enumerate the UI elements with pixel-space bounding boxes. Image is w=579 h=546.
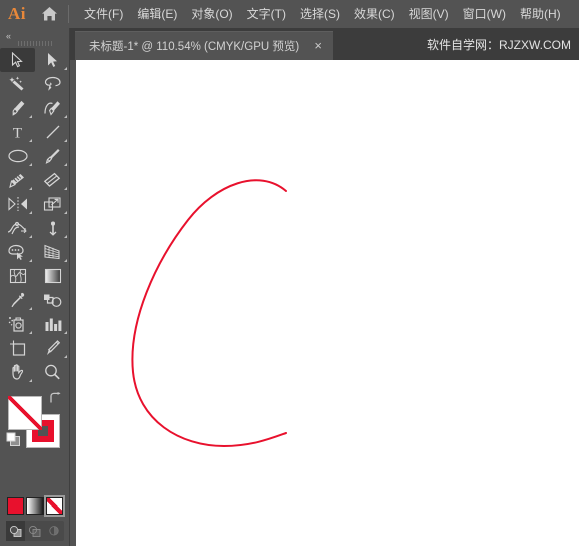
free-transform-tool[interactable]	[35, 216, 70, 240]
tool-flyout-indicator	[29, 307, 32, 310]
draw-behind-mode[interactable]	[25, 521, 44, 541]
swap-fill-stroke-icon[interactable]	[48, 392, 62, 410]
illustrator-window: Ai 文件(F) 编辑(E) 对象(O) 文字(T) 选择(S) 效果(C) 视…	[0, 0, 579, 546]
rotate-tool[interactable]	[0, 192, 35, 216]
tool-flyout-indicator	[64, 115, 67, 118]
home-icon[interactable]	[34, 0, 64, 28]
menu-separator	[68, 5, 69, 23]
column-graph-tool[interactable]	[35, 312, 70, 336]
artboard-canvas[interactable]	[76, 60, 579, 546]
scale-tool[interactable]	[35, 192, 70, 216]
selection-tool[interactable]	[0, 48, 35, 72]
blend-tool[interactable]	[35, 288, 70, 312]
menu-object[interactable]: 对象(O)	[184, 0, 239, 28]
perspective-grid-tool[interactable]	[35, 240, 70, 264]
svg-text:T: T	[13, 126, 22, 141]
tool-flyout-indicator	[64, 163, 67, 166]
tool-flyout-indicator	[64, 331, 67, 334]
tool-flyout-indicator	[29, 163, 32, 166]
gradient-tool[interactable]	[35, 264, 70, 288]
color-mode-swatches	[7, 494, 66, 518]
document-tab-label: 未标题-1* @ 110.54% (CMYK/GPU 预览)	[89, 41, 300, 53]
tool-flyout-indicator	[64, 139, 67, 142]
slice-tool[interactable]	[35, 336, 70, 360]
draw-inside-mode[interactable]	[45, 521, 64, 541]
line-segment-tool[interactable]	[35, 120, 70, 144]
ellipse-tool[interactable]	[0, 144, 35, 168]
tool-flyout-indicator	[29, 379, 32, 382]
tool-flyout-indicator	[29, 139, 32, 142]
open-path-curve[interactable]	[131, 179, 287, 448]
tool-flyout-indicator	[64, 67, 67, 70]
fill-stroke-controls	[0, 390, 70, 462]
default-fill-stroke-icon[interactable]	[6, 432, 21, 452]
artwork-layer	[131, 179, 287, 448]
tool-flyout-indicator	[29, 259, 32, 262]
pen-tool[interactable]	[0, 96, 35, 120]
panel-drag-handle[interactable]	[18, 41, 52, 46]
symbol-sprayer-tool[interactable]	[0, 312, 35, 336]
shape-builder-tool[interactable]	[0, 240, 35, 264]
paintbrush-tool[interactable]	[35, 144, 70, 168]
menu-window[interactable]: 窗口(W)	[456, 0, 513, 28]
none-swatch[interactable]	[43, 495, 66, 517]
draw-normal-mode[interactable]	[6, 521, 26, 541]
tool-grid: T	[0, 48, 70, 384]
gradient-swatch[interactable]	[26, 497, 44, 515]
tool-flyout-indicator	[64, 355, 67, 358]
menu-effect[interactable]: 效果(C)	[347, 0, 402, 28]
menu-bar: Ai 文件(F) 编辑(E) 对象(O) 文字(T) 选择(S) 效果(C) 视…	[0, 0, 579, 28]
tool-flyout-indicator	[29, 211, 32, 214]
tool-flyout-indicator	[29, 235, 32, 238]
artboard-tool[interactable]	[0, 336, 35, 360]
hand-tool[interactable]	[0, 360, 35, 384]
menu-edit[interactable]: 编辑(E)	[130, 0, 184, 28]
tools-panel: « T	[0, 28, 70, 546]
menu-select[interactable]: 选择(S)	[293, 0, 347, 28]
collapse-panel-icon[interactable]: «	[6, 31, 11, 41]
drawing-modes	[6, 521, 64, 541]
type-tool[interactable]: T	[0, 120, 35, 144]
eyedropper-tool[interactable]	[0, 288, 35, 312]
mesh-tool[interactable]	[0, 264, 35, 288]
eraser-tool[interactable]	[35, 168, 70, 192]
watermark-text: 软件自学网：RJZXW.COM	[427, 37, 571, 52]
direct-selection-tool[interactable]	[35, 48, 70, 72]
curvature-tool[interactable]	[35, 96, 70, 120]
magic-wand-tool[interactable]	[0, 72, 35, 96]
menu-file[interactable]: 文件(F)	[77, 0, 130, 28]
menu-help[interactable]: 帮助(H)	[513, 0, 568, 28]
tools-panel-header: «	[0, 28, 69, 48]
menu-type[interactable]: 文字(T)	[240, 0, 293, 28]
color-swatch[interactable]	[7, 497, 25, 515]
document-tab[interactable]: 未标题-1* @ 110.54% (CMYK/GPU 预览) ×	[75, 31, 334, 60]
tool-flyout-indicator	[64, 211, 67, 214]
zoom-tool[interactable]	[35, 360, 70, 384]
document-tab-bar: 未标题-1* @ 110.54% (CMYK/GPU 预览) × 软件自学网：R…	[70, 28, 579, 60]
none-slash-icon	[8, 396, 42, 430]
tool-flyout-indicator	[64, 187, 67, 190]
none-slash-icon	[46, 498, 62, 514]
tool-flyout-indicator	[64, 235, 67, 238]
lasso-tool[interactable]	[35, 72, 70, 96]
tool-flyout-indicator	[29, 115, 32, 118]
shaper-tool[interactable]	[0, 168, 35, 192]
app-logo: Ai	[8, 4, 26, 23]
tool-flyout-indicator	[64, 259, 67, 262]
menu-view[interactable]: 视图(V)	[402, 0, 456, 28]
tool-flyout-indicator	[29, 331, 32, 334]
width-tool[interactable]	[0, 216, 35, 240]
tool-flyout-indicator	[29, 187, 32, 190]
close-icon[interactable]: ×	[311, 39, 325, 52]
fill-color-swatch[interactable]	[8, 396, 42, 430]
